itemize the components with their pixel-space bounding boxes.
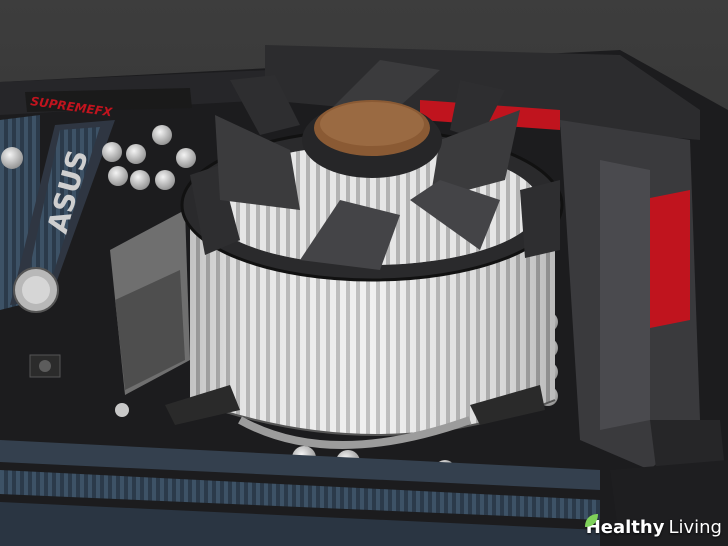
cpu-cooler-illustration: SUPREMEFX ASUS Healthy Living: [0, 0, 728, 546]
scene-svg: SUPREMEFX ASUS: [0, 0, 728, 546]
watermark-light: Living: [668, 516, 722, 538]
watermark: Healthy Living: [582, 512, 722, 542]
